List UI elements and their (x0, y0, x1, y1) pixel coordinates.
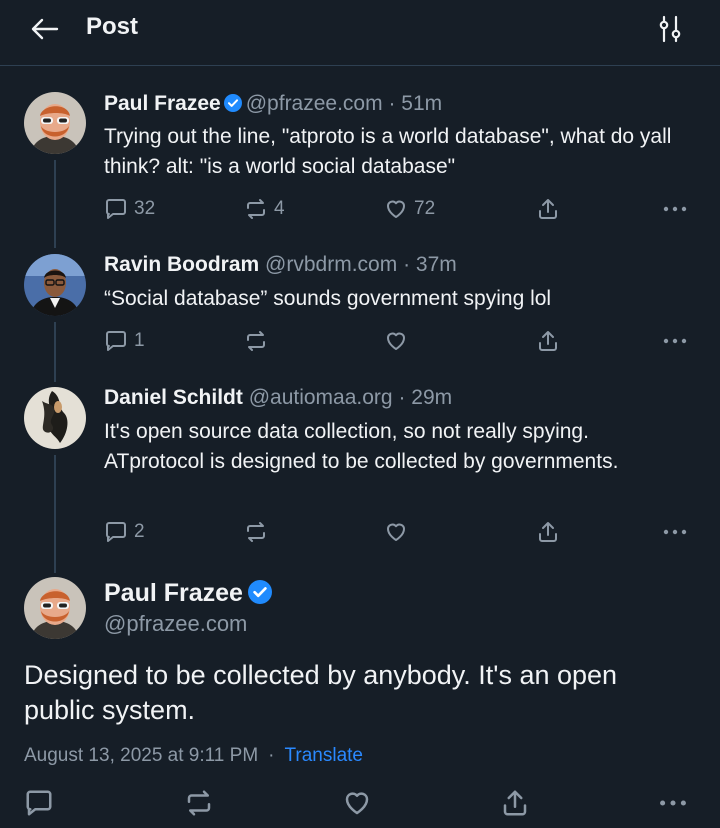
share-button[interactable] (536, 194, 560, 224)
speech-bubble-icon (106, 522, 126, 542)
translate-link[interactable]: Translate (284, 745, 363, 766)
avatar[interactable] (24, 577, 86, 639)
repost-button[interactable] (244, 517, 274, 547)
like-button[interactable]: 72 (384, 194, 435, 224)
author-name[interactable]: Daniel Schildt (104, 386, 243, 409)
thread-settings-button[interactable] (654, 12, 688, 46)
avatar[interactable] (24, 254, 86, 316)
post-header: Daniel Schildt @autiomaa.org · 29m (104, 385, 452, 411)
post-header: Paul Frazee @pfrazee.com · 51m (104, 91, 442, 117)
more-options-button[interactable] (662, 517, 688, 547)
sliders-icon (659, 15, 681, 43)
top-bar: Post (0, 0, 720, 66)
repost-icon (247, 522, 265, 542)
speech-bubble-icon (26, 790, 52, 816)
main-author-handle[interactable]: @pfrazee.com (104, 610, 247, 638)
heart-icon (387, 200, 405, 218)
main-author-name[interactable]: Paul Frazee (104, 577, 272, 609)
post-time[interactable]: · 37m (403, 253, 457, 276)
like-count: 72 (414, 198, 436, 219)
post-header: Ravin Boodram @rvbdrm.com · 37m (104, 252, 457, 278)
repost-button[interactable] (184, 787, 214, 819)
verified-badge-icon (223, 94, 242, 112)
page-title: Post (86, 13, 139, 40)
ellipsis-icon (663, 206, 687, 212)
reply-button[interactable]: 2 (104, 517, 145, 547)
avatar-paul-frazee (24, 577, 86, 639)
avatar[interactable] (24, 387, 86, 449)
like-button[interactable] (342, 787, 372, 819)
post-thread-screen: Post Paul Frazee @pfrazee.com · 51m Tryi… (0, 0, 720, 828)
share-button[interactable] (536, 517, 560, 547)
reply-count: 2 (134, 521, 145, 542)
author-handle[interactable]: @pfrazee.com (246, 92, 383, 115)
main-post-actions (24, 787, 704, 819)
avatar-paul-frazee (24, 92, 86, 154)
post-actions: 32 4 72 (104, 194, 694, 224)
author-name[interactable]: Paul Frazee (104, 92, 221, 115)
author-handle[interactable]: @rvbdrm.com (265, 253, 397, 276)
post-timestamp: August 13, 2025 at 9:11 PM (24, 745, 259, 766)
like-button[interactable] (384, 326, 414, 356)
repost-icon (247, 199, 265, 219)
share-icon (503, 790, 527, 816)
heart-icon (345, 792, 369, 815)
post-actions: 1 (104, 326, 694, 356)
post-time[interactable]: · 29m (398, 386, 452, 409)
thread-line (54, 160, 56, 248)
ellipsis-icon (663, 338, 687, 344)
share-icon (539, 522, 557, 542)
post-text: “Social database” sounds government spyi… (104, 287, 552, 310)
thread-line (54, 322, 56, 382)
reply-count: 1 (134, 330, 145, 351)
reply-button[interactable]: 1 (104, 326, 145, 356)
post-text: It's open source data collection, so not… (104, 420, 619, 473)
speech-bubble-icon (106, 199, 126, 219)
repost-button[interactable] (244, 326, 274, 356)
share-icon (539, 199, 557, 219)
reply-button[interactable]: 32 (104, 194, 155, 224)
repost-count: 4 (274, 198, 285, 219)
verified-badge-icon (247, 580, 272, 604)
post-actions: 2 (104, 517, 694, 547)
reply-count: 32 (134, 198, 156, 219)
share-button[interactable] (500, 787, 530, 819)
post-time[interactable]: · 51m (388, 92, 442, 115)
heart-icon (387, 523, 405, 541)
heart-icon (387, 332, 405, 350)
avatar-daniel-schildt (24, 387, 86, 449)
more-options-button[interactable] (662, 194, 688, 224)
avatar-ravin-boodram (24, 254, 86, 316)
ellipsis-icon (663, 529, 687, 535)
author-name[interactable]: Ravin Boodram (104, 253, 259, 276)
share-button[interactable] (536, 326, 560, 356)
avatar[interactable] (24, 92, 86, 154)
share-icon (539, 331, 557, 351)
back-button[interactable] (28, 12, 62, 46)
author-name[interactable]: Paul Frazee (104, 579, 243, 607)
like-button[interactable] (384, 517, 414, 547)
arrow-left-icon (31, 18, 59, 40)
post-meta: August 13, 2025 at 9:11 PM · Translate (24, 743, 363, 769)
more-options-button[interactable] (662, 326, 688, 356)
reply-button[interactable] (24, 787, 54, 819)
thread-line (54, 455, 56, 573)
meta-separator: · (268, 745, 275, 766)
main-post-text: Designed to be collected by anybody. It'… (24, 660, 618, 725)
ellipsis-icon (660, 800, 686, 806)
author-handle[interactable]: @autiomaa.org (249, 386, 393, 409)
repost-icon (187, 790, 211, 816)
repost-icon (247, 331, 265, 351)
more-options-button[interactable] (658, 787, 688, 819)
speech-bubble-icon (106, 331, 126, 351)
repost-button[interactable]: 4 (244, 194, 285, 224)
post-text: Trying out the line, "atproto is a world… (104, 125, 672, 178)
